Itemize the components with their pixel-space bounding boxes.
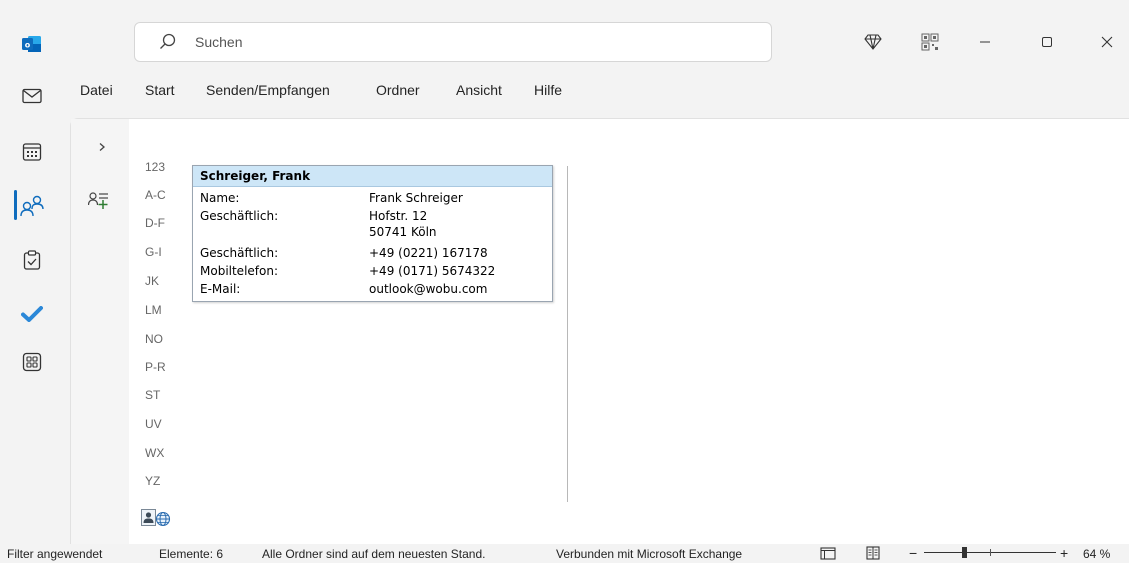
alpha-index-lm[interactable]: LM (145, 303, 169, 317)
folder-pane-collapsed (71, 119, 129, 544)
chevron-right-icon[interactable] (97, 140, 107, 155)
menu-ansicht[interactable]: Ansicht (456, 82, 502, 98)
alpha-index-yz[interactable]: YZ (145, 474, 169, 488)
search-icon (160, 33, 176, 49)
mail-icon[interactable] (20, 84, 44, 108)
outlook-logo-icon: o (20, 32, 44, 56)
card-label-mobile: Mobiltelefon: (200, 264, 278, 278)
alpha-index-123[interactable]: 123 (145, 160, 169, 174)
card-value-city: 50741 Köln (369, 225, 437, 239)
status-filter: Filter angewendet (7, 547, 103, 561)
card-label-business-address: Geschäftlich: (200, 209, 279, 223)
column-divider (567, 166, 568, 502)
alpha-index-d-f[interactable]: D-F (145, 216, 169, 230)
alpha-index-wx[interactable]: WX (145, 446, 169, 460)
alpha-index-uv[interactable]: UV (145, 417, 169, 431)
qr-code-icon[interactable] (910, 26, 950, 58)
svg-text:o: o (25, 41, 31, 50)
calendar-icon[interactable] (20, 140, 44, 164)
menu-datei[interactable]: Datei (80, 82, 113, 98)
people-icon[interactable] (20, 194, 44, 218)
close-button[interactable] (1087, 26, 1127, 58)
new-contact-icon[interactable] (87, 190, 110, 215)
card-value-email: outlook@wobu.com (369, 282, 488, 296)
card-value-mobile: +49 (0171) 5674322 (369, 264, 496, 278)
tasks-icon[interactable] (20, 248, 44, 272)
contact-card-title[interactable]: Schreiger, Frank (193, 166, 552, 187)
reading-view-icon[interactable] (866, 546, 880, 563)
card-value-name: Frank Schreiger (369, 191, 463, 205)
menu-hilfe[interactable]: Hilfe (534, 82, 562, 98)
status-connection: Verbunden mit Microsoft Exchange (556, 547, 743, 561)
status-element-count: Elemente: 6 (159, 547, 224, 561)
alpha-index-jk[interactable]: JK (145, 274, 169, 288)
zoom-out-button[interactable]: − (909, 545, 917, 561)
normal-view-icon[interactable] (820, 547, 836, 563)
alpha-index-p-r[interactable]: P-R (145, 360, 169, 374)
zoom-slider[interactable] (924, 547, 1056, 558)
maximize-button[interactable] (1027, 26, 1067, 58)
menu-ordner[interactable]: Ordner (376, 82, 420, 98)
todo-icon[interactable] (20, 302, 44, 326)
card-label-email: E-Mail: (200, 282, 241, 296)
menu-start[interactable]: Start (145, 82, 175, 98)
alpha-index-a-c[interactable]: A-C (145, 188, 169, 202)
address-book-globe-icon[interactable] (141, 509, 171, 532)
diamond-icon[interactable] (853, 26, 893, 58)
status-bar: Filter angewendet Elemente: 6 Alle Ordne… (0, 544, 1129, 563)
zoom-in-button[interactable]: + (1060, 545, 1068, 561)
alpha-index-no[interactable]: NO (145, 332, 169, 346)
zoom-level[interactable]: 64 % (1083, 547, 1110, 561)
card-value-business-phone: +49 (0221) 167178 (369, 246, 488, 260)
alpha-index-st[interactable]: ST (145, 388, 169, 402)
alpha-index-g-i[interactable]: G-I (145, 245, 169, 259)
search-input[interactable]: Suchen (195, 34, 242, 50)
minimize-button[interactable] (965, 26, 1005, 58)
apps-icon[interactable] (20, 350, 44, 374)
menu-senden-empfangen[interactable]: Senden/Empfangen (206, 82, 330, 98)
status-sync: Alle Ordner sind auf dem neuesten Stand. (262, 547, 486, 561)
card-value-street: Hofstr. 12 (369, 209, 428, 223)
card-label-name: Name: (200, 191, 240, 205)
active-indicator (14, 190, 17, 220)
zoom-slider-thumb[interactable] (962, 547, 967, 558)
card-label-business-phone: Geschäftlich: (200, 246, 279, 260)
contact-card[interactable]: Schreiger, Frank Name: Frank Schreiger G… (192, 165, 553, 302)
search-box[interactable]: Suchen (134, 22, 772, 62)
